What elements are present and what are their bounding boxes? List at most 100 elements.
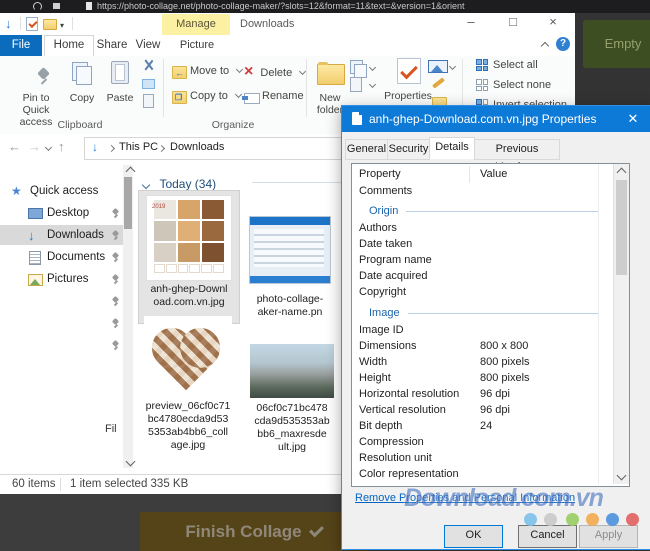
copy-path-icon[interactable] (142, 79, 155, 89)
forward-icon[interactable]: → (28, 139, 41, 154)
url-text[interactable]: https://photo-collage.net/photo-collage-… (97, 1, 465, 11)
collapse-ribbon-icon[interactable] (541, 42, 549, 50)
sidebar-item-documents[interactable]: Documents (0, 247, 123, 267)
help-icon[interactable]: ? (556, 37, 570, 51)
property-row[interactable]: Bit depth24 (352, 418, 612, 434)
property-row[interactable]: Authors (352, 220, 612, 236)
file-item[interactable]: 2019 anh-ghep-Downl oad.com.vn.jpg (138, 190, 240, 324)
property-row[interactable]: Program name (352, 252, 612, 268)
page-icon (86, 2, 92, 10)
select-all-button[interactable]: Select all (476, 59, 538, 71)
cut-icon[interactable] (142, 59, 155, 71)
folder-qat-icon[interactable] (43, 19, 57, 30)
tab-security[interactable]: Security (387, 139, 430, 160)
sidebar-item-downloads[interactable]: ↓ Downloads (0, 225, 123, 245)
file-thumbnail (249, 216, 331, 284)
finish-collage-button[interactable]: Finish Collage (140, 512, 368, 551)
sidebar-item-quick-access[interactable]: ★ Quick access (0, 181, 123, 201)
tab-picture-tools[interactable]: Picture Tools (166, 35, 228, 56)
back-icon[interactable]: ← (8, 139, 21, 154)
cancel-button[interactable]: Cancel (518, 525, 577, 548)
empty-button[interactable]: Empty (583, 20, 650, 68)
sidebar-item-desktop[interactable]: Desktop (0, 203, 123, 223)
property-row[interactable]: Copyright (352, 284, 612, 300)
minimize-button[interactable]: – (457, 13, 485, 33)
delete-button[interactable]: × Delete (244, 65, 305, 79)
customize-toolbar-icon[interactable]: ▾ (60, 21, 64, 30)
file-item[interactable]: 06cf0c71bc478 cda9d535353ab bb6_maxresde… (244, 316, 340, 466)
paste-shortcut-icon[interactable] (143, 94, 154, 108)
property-row[interactable]: Width800 pixels (352, 354, 612, 370)
ok-button[interactable]: OK (444, 525, 503, 548)
manage-contextual-label[interactable]: Manage (162, 14, 230, 35)
properties-button[interactable]: Properties (382, 58, 434, 102)
tab-home[interactable]: Home (44, 35, 94, 57)
list-header: Property Value (352, 164, 629, 185)
file-item[interactable]: preview_06cf0c71 bc4780ecda9d53 5353ab4b… (138, 316, 238, 466)
select-none-button[interactable]: Select none (476, 79, 551, 91)
reload-icon[interactable] (33, 2, 42, 11)
breadcrumb-this-pc[interactable]: This PC (119, 141, 158, 153)
property-row[interactable]: Horizontal resolution96 dpi (352, 386, 612, 402)
documents-icon (29, 251, 41, 265)
copy-to-button[interactable]: ❐ Copy to (172, 90, 241, 102)
paste-icon (111, 61, 129, 84)
item-count: 60 items (12, 478, 55, 490)
property-row[interactable]: Comments (352, 185, 612, 198)
copy-button[interactable]: Copy (64, 60, 100, 104)
property-row[interactable]: Image ID (352, 322, 612, 338)
tab-previous-versions[interactable]: Previous Versions (474, 139, 560, 160)
section-image: Image (352, 304, 612, 322)
sidebar-partial-text: Fil (105, 423, 117, 435)
move-to-icon: ← (172, 66, 187, 79)
rename-icon (244, 93, 260, 104)
tab-general[interactable]: General (345, 139, 388, 160)
tab-view[interactable]: View (132, 35, 164, 56)
paste-button[interactable]: Paste (102, 60, 138, 104)
dialog-title-bar[interactable]: anh-ghep-Download.com.vn.jpg Properties … (342, 106, 650, 132)
watermark-dot (524, 513, 537, 526)
scrollbar-thumb[interactable] (616, 180, 627, 275)
column-value[interactable]: Value (480, 168, 507, 180)
close-icon[interactable]: ✕ (624, 110, 642, 128)
property-row[interactable]: Height800 pixels (352, 370, 612, 386)
column-property[interactable]: Property (359, 168, 401, 180)
maximize-button[interactable]: □ (499, 13, 527, 33)
apply-button[interactable]: Apply (579, 525, 638, 548)
tab-details[interactable]: Details (429, 137, 475, 159)
scroll-up-icon[interactable] (126, 167, 136, 177)
property-row[interactable]: Resolution unit (352, 450, 612, 466)
home-icon[interactable] (53, 3, 60, 9)
scroll-down-icon[interactable] (617, 471, 627, 481)
property-row[interactable]: Color representation (352, 466, 612, 482)
up-icon[interactable]: ↑ (58, 139, 65, 154)
tab-file[interactable]: File (0, 35, 42, 56)
scroll-up-icon[interactable] (617, 168, 627, 178)
properties-qat-icon[interactable] (26, 17, 38, 31)
property-row[interactable]: Date acquired (352, 268, 612, 284)
downloads-icon: ↓ (28, 226, 35, 246)
property-row[interactable]: Vertical resolution96 dpi (352, 402, 612, 418)
recent-locations-icon[interactable] (45, 144, 52, 151)
properties-list[interactable]: Property Value Comments Origin Authors D… (351, 163, 630, 487)
property-row[interactable]: Dimensions800 x 800 (352, 338, 612, 354)
chevron-right-icon (108, 145, 115, 152)
sidebar-item-pictures[interactable]: Pictures (0, 269, 123, 289)
pin-icon (110, 318, 120, 328)
file-item[interactable]: photo-collage- aker-name.pn (240, 190, 340, 322)
browser-address-bar[interactable]: https://photo-collage.net/photo-collage-… (0, 0, 650, 13)
edit-icon[interactable] (432, 77, 445, 88)
property-row[interactable]: Date taken (352, 236, 612, 252)
pin-to-quick-access-button[interactable]: Pin to Quickaccess (10, 60, 62, 128)
file-name: 06cf0c71bc478 cda9d535353ab bb6_maxresde… (244, 402, 340, 454)
scroll-down-icon[interactable] (126, 457, 136, 467)
list-scrollbar[interactable] (613, 164, 629, 484)
sidebar-scrollbar[interactable] (123, 165, 133, 468)
tab-share[interactable]: Share (94, 35, 130, 56)
close-button[interactable]: × (539, 13, 567, 33)
scrollbar-thumb[interactable] (124, 177, 132, 229)
property-row[interactable]: Compression (352, 434, 612, 450)
move-to-button[interactable]: ← Move to (172, 65, 242, 77)
rename-button[interactable]: Rename (244, 90, 304, 102)
breadcrumb-downloads[interactable]: Downloads (170, 141, 224, 153)
